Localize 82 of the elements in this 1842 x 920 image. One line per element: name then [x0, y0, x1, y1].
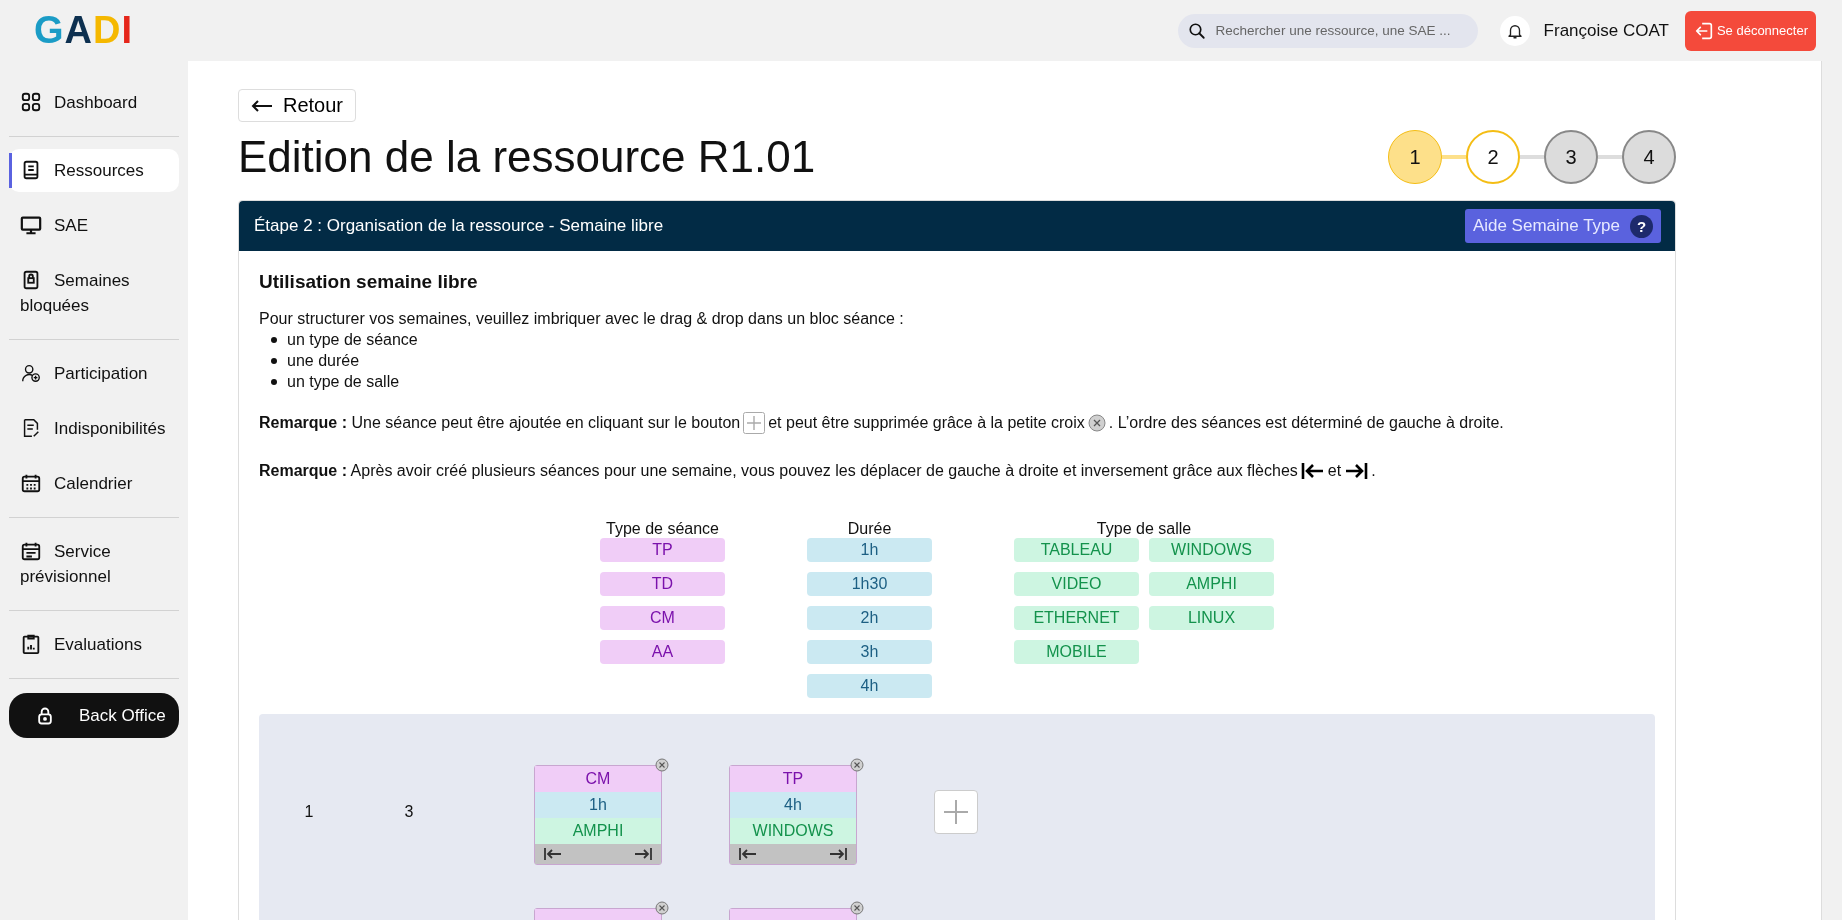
draggable-tag[interactable]: TABLEAU [1014, 538, 1139, 562]
sidebar-item[interactable]: Semaines bloquées [9, 259, 179, 327]
sidebar-item[interactable]: SAE [9, 204, 179, 247]
help-button[interactable]: Aide Semaine Type ? [1464, 209, 1661, 243]
arrow-left-icon [251, 98, 273, 113]
draggable-tag[interactable]: MOBILE [1014, 640, 1139, 664]
user-name: Françoise COAT [1543, 20, 1669, 41]
logout-button[interactable]: Se déconnecter [1684, 10, 1816, 51]
step-circle[interactable]: 2 [1466, 130, 1520, 184]
list-item: un type de séance [287, 330, 418, 350]
arrow-left-bar-icon [1300, 461, 1325, 481]
step-circle[interactable]: 3 [1544, 130, 1598, 184]
step-title: Étape 2 : Organisation de la ressource - Semaine libre [254, 216, 664, 236]
draggable-tag[interactable]: 1h [807, 538, 932, 562]
close-icon[interactable] [655, 901, 669, 915]
close-icon[interactable] [850, 758, 864, 772]
draggable-tag[interactable]: TD [600, 572, 725, 596]
draggable-tag[interactable]: AMPHI [1149, 572, 1274, 596]
back-office-button[interactable]: Back Office [9, 693, 179, 738]
step-circle[interactable]: 4 [1622, 130, 1676, 184]
session-room: AMPHI [535, 818, 661, 844]
back-button[interactable]: Retour [238, 89, 357, 122]
question-icon: ? [1630, 214, 1653, 238]
search-field[interactable]: Rechercher une ressource, une SAE ... [1177, 13, 1478, 48]
sidebar-item[interactable]: Ressources [9, 149, 179, 192]
close-icon [1087, 414, 1106, 432]
column-heading: Type de séance [606, 520, 719, 538]
plus-icon [743, 412, 766, 434]
session-type: TP [730, 766, 856, 792]
remark-text: Remarque : Après avoir créé plusieurs séances pour une semaine, vous pouvez les déplacer de gauche à droite et inversement grâce aux flèches [259, 461, 1298, 481]
arrow-right-bar-icon [1344, 461, 1369, 481]
list-item: une durée [287, 351, 360, 371]
page-title: Edition de la ressource R1.01 [238, 132, 816, 182]
close-icon[interactable] [655, 758, 669, 772]
sidebar-item[interactable]: Calendrier [9, 462, 179, 505]
session-block[interactable]: CM 1h AMPHI [534, 765, 662, 865]
section-heading: Utilisation semaine libre [259, 271, 479, 293]
grid-icon [20, 90, 42, 113]
plus-icon [943, 798, 969, 825]
draggable-tag[interactable]: WINDOWS [1149, 538, 1274, 562]
week-number: 1 [303, 802, 315, 821]
session-block[interactable]: TP 4h WINDOWS [729, 765, 857, 865]
remark-text: et peut être supprimée grâce à la petite croix [768, 413, 1085, 433]
session-duration: 4h [730, 792, 856, 818]
sidebar-item[interactable]: Service prévisionnel [9, 530, 179, 598]
list-item: un type de salle [287, 372, 400, 392]
instructions-text: Pour structurer vos semaines, veuillez imbriquer avec le drag & drop dans un bloc séance : [259, 309, 905, 329]
remark-text: et [1327, 461, 1342, 481]
draggable-tag[interactable]: 1h30 [807, 572, 932, 596]
move-right-icon[interactable] [828, 847, 848, 861]
draggable-tag[interactable]: VIDEO [1014, 572, 1139, 596]
draggable-tag[interactable]: CM [600, 606, 725, 630]
column-heading: Type de salle [1096, 520, 1192, 538]
sidebar-item[interactable]: Dashboard [9, 81, 179, 124]
draggable-tag[interactable]: 2h [807, 606, 932, 630]
logo: GADI [34, 9, 134, 52]
draggable-tag[interactable]: AA [600, 640, 725, 664]
session-count: 3 [403, 802, 415, 821]
clipboard-chart-icon [20, 632, 42, 655]
session-duration: 1h [535, 792, 661, 818]
sidebar-item[interactable]: Participation [9, 352, 179, 395]
search-icon [1187, 21, 1206, 40]
step-circle[interactable]: 1 [1388, 130, 1442, 184]
sidebar-item[interactable]: Indisponibilités [9, 407, 179, 450]
remark-text: Remarque : Une séance peut être ajoutée en cliquant sur le bouton [259, 413, 741, 433]
move-left-icon[interactable] [738, 847, 758, 861]
remark-text: . L’ordre des séances est déterminé de gauche à droite. [1108, 413, 1504, 433]
move-left-icon[interactable] [543, 847, 563, 861]
lock-icon [35, 705, 55, 726]
sidebar-item[interactable]: Evaluations [9, 623, 179, 666]
close-icon[interactable] [850, 901, 864, 915]
draggable-tag[interactable]: TP [600, 538, 725, 562]
draggable-tag[interactable]: ETHERNET [1014, 606, 1139, 630]
draggable-tag[interactable]: 4h [807, 674, 932, 698]
session-type: CM [535, 766, 661, 792]
notification-button[interactable] [1499, 15, 1530, 46]
session-room: WINDOWS [730, 818, 856, 844]
draggable-tag[interactable]: 3h [807, 640, 932, 664]
move-right-icon[interactable] [633, 847, 653, 861]
draggable-tag[interactable]: LINUX [1149, 606, 1274, 630]
remark-text: . [1371, 461, 1376, 481]
column-heading: Durée [847, 520, 892, 538]
